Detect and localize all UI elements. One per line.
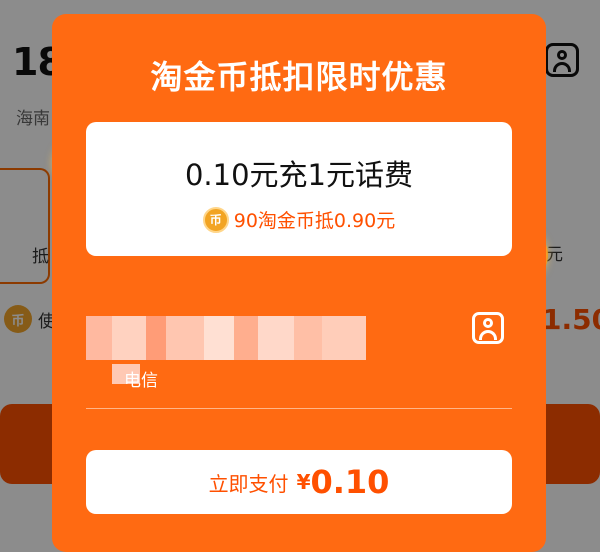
pay-currency-symbol: ¥ <box>296 470 311 494</box>
contact-book-icon[interactable] <box>472 312 504 344</box>
offer-card: 0.10元充1元话费 币 90淘金币抵0.90元 <box>86 122 512 256</box>
coin-discount-modal: 淘金币抵扣限时优惠 0.10元充1元话费 币 90淘金币抵0.90元 电信 立即… <box>52 14 546 552</box>
divider <box>86 408 512 409</box>
carrier-label: 电信 <box>124 371 158 391</box>
coin-icon: 币 <box>202 206 229 233</box>
pay-now-button[interactable]: 立即支付 ¥ 0.10 <box>86 450 512 514</box>
recipient-phone-redacted <box>86 316 366 360</box>
pay-button-label: 立即支付 <box>208 471 289 496</box>
pay-amount: 0.10 <box>310 463 390 501</box>
offer-main-text: 0.10元充1元话费 <box>184 158 414 192</box>
offer-coin-deduction: 币 90淘金币抵0.90元 <box>86 206 512 233</box>
modal-title: 淘金币抵扣限时优惠 <box>150 58 448 96</box>
offer-coin-text: 90淘金币抵0.90元 <box>233 210 396 232</box>
